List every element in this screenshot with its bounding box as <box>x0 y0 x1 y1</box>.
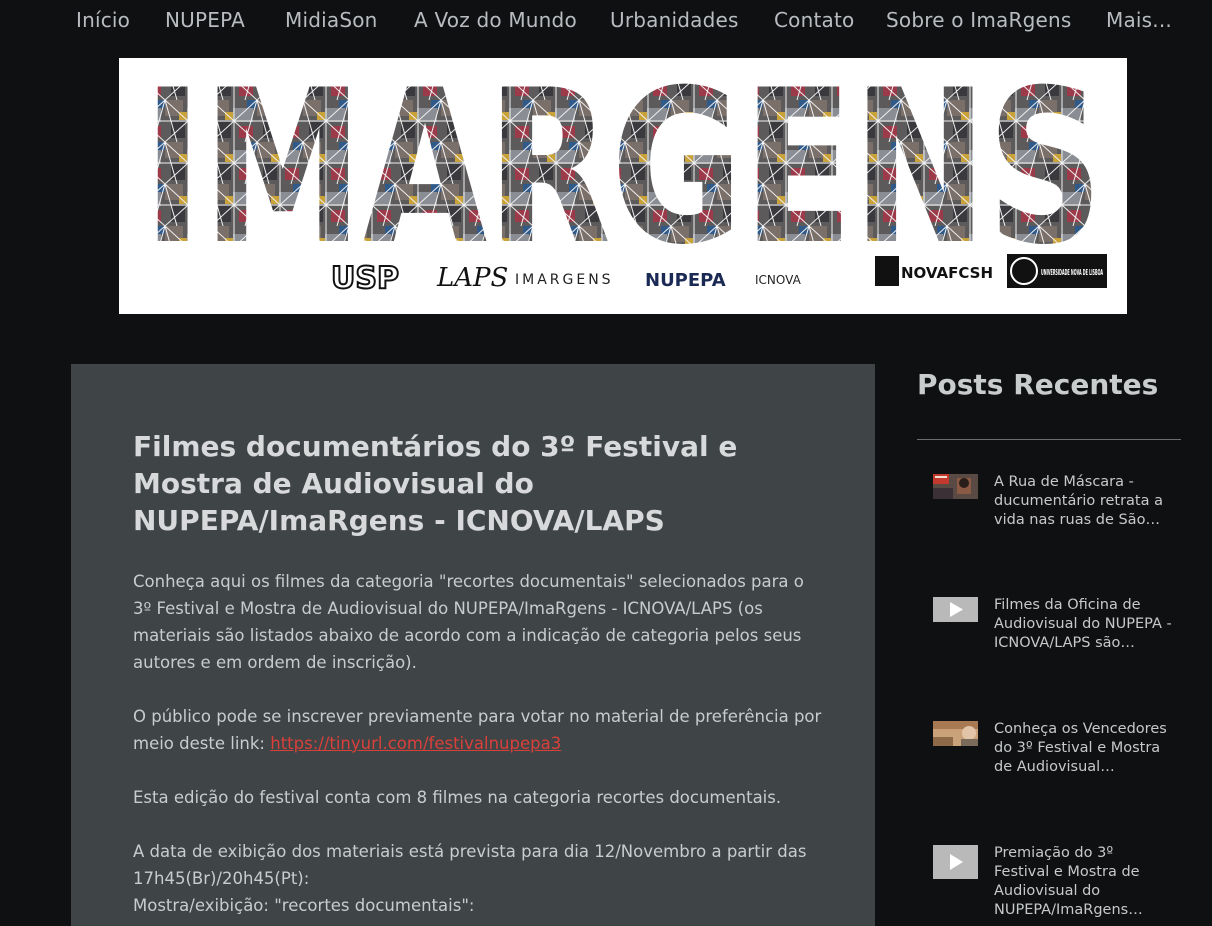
recent-post-title[interactable]: Conheça os Vencedores do 3º Festival e M… <box>994 720 1172 777</box>
video-play-icon[interactable] <box>933 597 978 622</box>
header-banner: IMARGENS USP LAPS IMARGENS NUPEPA ICNOVA… <box>119 58 1127 314</box>
post-paragraph-showing: Mostra/exibição: "recortes documentais": <box>133 896 475 915</box>
usp-logo: USP <box>331 261 399 296</box>
banner-wordmark: IMARGENS <box>143 58 1103 291</box>
blog-post: Filmes documentários do 3º Festival e Mo… <box>71 364 875 926</box>
banner-artwork: IMARGENS USP LAPS IMARGENS NUPEPA ICNOVA… <box>143 58 1107 297</box>
recent-post-title[interactable]: Filmes da Oficina de Audiovisual do NUPE… <box>994 596 1172 653</box>
post-paragraph-count: Esta edição do festival conta com 8 film… <box>133 788 782 807</box>
post-title: Filmes documentários do 3º Festival e Mo… <box>133 430 738 537</box>
nav-item-inicio[interactable]: Início <box>76 8 130 32</box>
post-paragraph-date: A data de exibição dos materiais está pr… <box>133 842 807 888</box>
top-navigation: Início NUPEPA MidiaSon A Voz do Mundo Ur… <box>0 0 1212 44</box>
photo-thumbnail-icon[interactable] <box>933 721 978 746</box>
post-body: Conheça aqui os filmes da categoria "rec… <box>133 568 823 919</box>
recent-post-title[interactable]: A Rua de Máscara - ducumentário retrata … <box>994 473 1172 530</box>
nav-item-mais[interactable]: Mais... <box>1106 8 1172 32</box>
video-play-icon[interactable] <box>933 845 978 879</box>
imargens-logo: IMARGENS <box>515 272 614 288</box>
nav-item-midiason[interactable]: MidiaSon <box>285 8 378 32</box>
novafcsh-logo: NOVAFCSH <box>901 264 993 282</box>
nupepa-logo: NUPEPA <box>645 270 726 291</box>
nav-item-urbanidades[interactable]: Urbanidades <box>610 8 739 32</box>
post-paragraph-vote: O público pode se inscrever previamente … <box>133 703 823 757</box>
post-paragraph-intro: Conheça aqui os filmes da categoria "rec… <box>133 572 804 672</box>
nav-item-a-voz-do-mundo[interactable]: A Voz do Mundo <box>414 8 577 32</box>
unl-logo: UNIVERSIDADE NOVA DE LISBOA <box>1041 268 1103 277</box>
festival-vote-link[interactable]: https://tinyurl.com/festivalnupepa3 <box>270 734 561 753</box>
photo-thumbnail-icon[interactable] <box>933 474 978 499</box>
nav-item-nupepa[interactable]: NUPEPA <box>165 8 245 32</box>
laps-logo: LAPS <box>436 263 508 293</box>
recent-posts-heading: Posts Recentes <box>917 368 1159 401</box>
recent-post-title[interactable]: Premiação do 3º Festival e Mostra de Aud… <box>994 844 1172 920</box>
sidebar-divider <box>917 439 1181 440</box>
nav-item-contato[interactable]: Contato <box>774 8 854 32</box>
nav-item-sobre-o-imargens[interactable]: Sobre o ImaRgens <box>886 8 1072 32</box>
icnova-logo: ICNOVA <box>755 273 802 287</box>
